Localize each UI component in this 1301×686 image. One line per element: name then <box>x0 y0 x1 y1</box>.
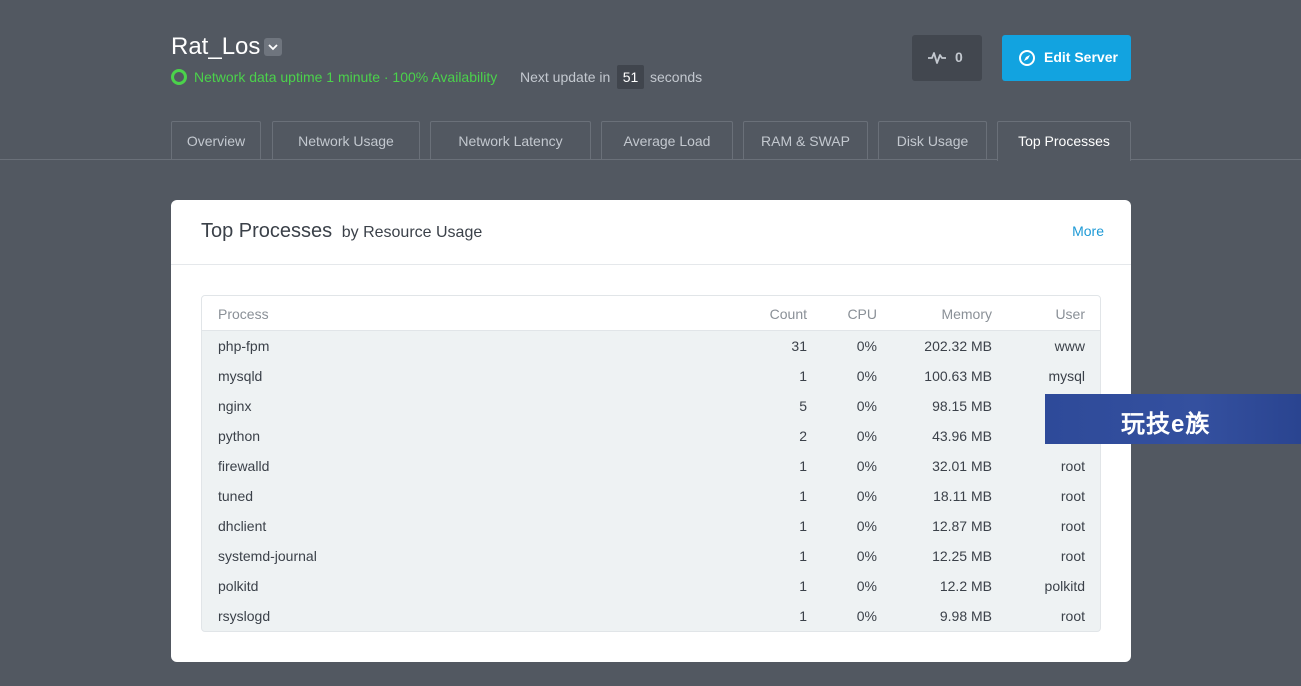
table-row: polkitd 1 0% 12.2 MB polkitd <box>202 571 1100 601</box>
cell-count: 1 <box>799 488 807 504</box>
cell-memory: 100.63 MB <box>924 368 992 384</box>
cell-memory: 18.11 MB <box>933 488 992 504</box>
cell-count: 5 <box>799 398 807 414</box>
cell-memory: 12.2 MB <box>939 578 992 594</box>
header-memory[interactable]: Memory <box>941 305 992 323</box>
more-link[interactable]: More <box>1072 223 1104 239</box>
cell-process: rsyslogd <box>218 608 271 624</box>
table-row: systemd-journal 1 0% 12.25 MB root <box>202 541 1100 571</box>
header-cpu[interactable]: CPU <box>847 305 877 323</box>
top-processes-card: Top Processes by Resource Usage More Pro… <box>171 200 1131 662</box>
compass-icon <box>1019 50 1035 66</box>
cell-process: dhclient <box>218 518 267 534</box>
cell-memory: 12.87 MB <box>932 518 992 534</box>
cell-cpu: 0% <box>856 488 877 504</box>
edit-server-button[interactable]: Edit Server <box>1002 35 1131 81</box>
uptime-status: Network data uptime 1 minute · 100% Avai… <box>194 69 498 85</box>
cell-user: www <box>1054 338 1085 354</box>
table-row: dhclient 1 0% 12.87 MB root <box>202 511 1100 541</box>
table-row: firewalld 1 0% 32.01 MB root <box>202 451 1100 481</box>
table-row: python 2 0% 43.96 MB <box>202 421 1100 451</box>
status-dot-icon <box>171 69 187 85</box>
cell-count: 1 <box>799 548 807 564</box>
cell-count: 1 <box>799 518 807 534</box>
next-update-unit: seconds <box>650 69 703 85</box>
table-row: rsyslogd 1 0% 9.98 MB root <box>202 601 1100 631</box>
activity-count: 0 <box>955 49 963 65</box>
cell-cpu: 0% <box>856 368 877 384</box>
cell-count: 1 <box>799 368 807 384</box>
cell-user: root <box>1060 458 1085 474</box>
cell-user: root <box>1060 548 1085 564</box>
cell-process: firewalld <box>218 458 270 474</box>
tab-network-latency[interactable]: Network Latency <box>430 121 591 160</box>
server-dropdown-button[interactable] <box>264 38 282 56</box>
table-row: tuned 1 0% 18.11 MB root <box>202 481 1100 511</box>
tab-overview[interactable]: Overview <box>171 121 261 160</box>
watermark-text: 玩技e族 <box>1121 411 1211 438</box>
cell-cpu: 0% <box>856 608 877 624</box>
pulse-icon <box>928 52 946 64</box>
cell-user: polkitd <box>1044 578 1085 594</box>
chevron-down-icon <box>268 44 278 51</box>
cell-cpu: 0% <box>856 548 877 564</box>
cell-memory: 43.96 MB <box>932 428 992 444</box>
card-title-text: Top Processes <box>201 220 333 242</box>
edit-server-label: Edit Server <box>1044 49 1118 65</box>
cell-cpu: 0% <box>856 518 877 534</box>
cell-user: mysql <box>1048 368 1085 384</box>
cell-count: 1 <box>799 458 807 474</box>
table-row: php-fpm 31 0% 202.32 MB www <box>202 331 1100 361</box>
card-subtitle: by Resource Usage <box>341 224 483 241</box>
table-row: nginx 5 0% 98.15 MB <box>202 391 1100 421</box>
tab-disk-usage[interactable]: Disk Usage <box>878 121 987 160</box>
tab-network-usage[interactable]: Network Usage <box>272 121 420 160</box>
header-process[interactable]: Process <box>218 305 269 323</box>
cell-cpu: 0% <box>856 398 877 414</box>
cell-process: python <box>218 428 261 444</box>
processes-table: Process Count CPU Memory User php-fpm 31… <box>201 295 1101 632</box>
cell-memory: 202.32 MB <box>924 338 992 354</box>
cell-memory: 98.15 MB <box>932 398 992 414</box>
card-title: Top Processes by Resource Usage <box>201 220 482 243</box>
activity-button[interactable]: 0 <box>912 35 982 81</box>
cell-cpu: 0% <box>856 428 877 444</box>
cell-process: mysqld <box>218 368 263 384</box>
header-count[interactable]: Count <box>770 305 807 323</box>
cell-process: nginx <box>218 398 252 414</box>
server-name: Rat_Los <box>171 33 261 60</box>
next-update-label: Next update in <box>520 69 611 85</box>
tab-top-processes[interactable]: Top Processes <box>997 121 1131 161</box>
table-row: mysqld 1 0% 100.63 MB mysql <box>202 361 1100 391</box>
cell-process: systemd-journal <box>218 548 317 564</box>
next-update-countdown: 51 <box>617 65 644 89</box>
header-user[interactable]: User <box>1055 305 1085 323</box>
card-header: Top Processes by Resource Usage More <box>171 200 1131 265</box>
cell-count: 1 <box>799 608 807 624</box>
cell-process: php-fpm <box>218 338 270 354</box>
cell-user: root <box>1060 608 1085 624</box>
cell-count: 1 <box>799 578 807 594</box>
cell-user: root <box>1060 488 1085 504</box>
cell-process: polkitd <box>218 578 259 594</box>
cell-memory: 32.01 MB <box>932 458 992 474</box>
tab-ram-swap[interactable]: RAM & SWAP <box>743 121 868 160</box>
cell-cpu: 0% <box>856 338 877 354</box>
cell-cpu: 0% <box>856 578 877 594</box>
cell-cpu: 0% <box>856 458 877 474</box>
cell-count: 2 <box>799 428 807 444</box>
table-header: Process Count CPU Memory User <box>202 296 1100 331</box>
cell-memory: 12.25 MB <box>932 548 992 564</box>
cell-user: root <box>1060 518 1085 534</box>
cell-process: tuned <box>218 488 254 504</box>
tab-average-load[interactable]: Average Load <box>601 121 733 160</box>
cell-count: 31 <box>791 338 807 354</box>
watermark-logo: 玩技e族 <box>1045 394 1301 444</box>
cell-memory: 9.98 MB <box>939 608 992 624</box>
